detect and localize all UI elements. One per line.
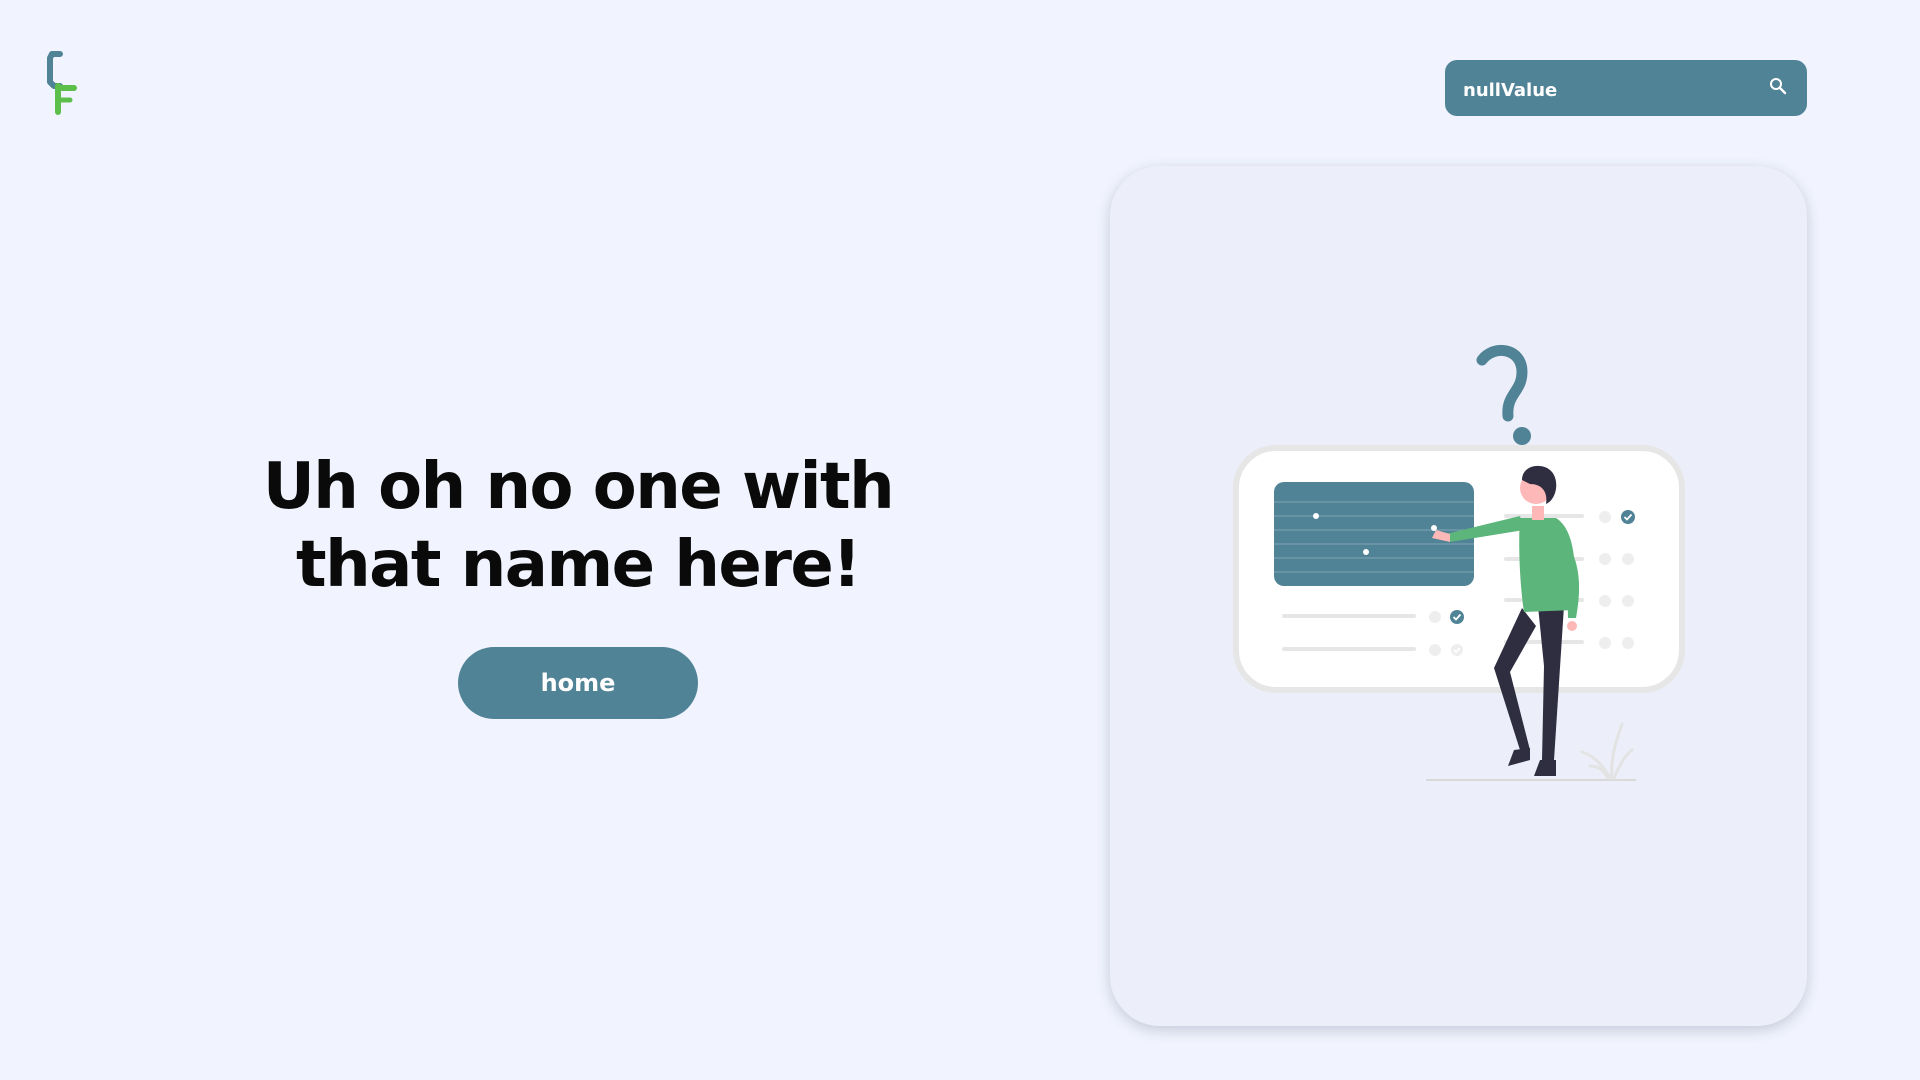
cf-logo-icon[interactable] bbox=[44, 48, 84, 118]
page-title: Uh oh no one with that name here! bbox=[240, 448, 916, 604]
not-found-message: Uh oh no one with that name here! bbox=[240, 448, 916, 604]
search-icon[interactable] bbox=[1767, 75, 1789, 97]
home-button[interactable]: home bbox=[458, 647, 698, 719]
search-bar[interactable] bbox=[1445, 60, 1807, 116]
search-input[interactable] bbox=[1463, 79, 1767, 101]
not-found-page: Uh oh no one with that name here! home bbox=[0, 0, 1920, 1080]
person-pointing-illustration bbox=[1233, 345, 1685, 781]
title-line-2: that name here! bbox=[296, 528, 861, 602]
illustration-card bbox=[1110, 166, 1807, 1026]
title-line-1: Uh oh no one with bbox=[262, 450, 895, 524]
